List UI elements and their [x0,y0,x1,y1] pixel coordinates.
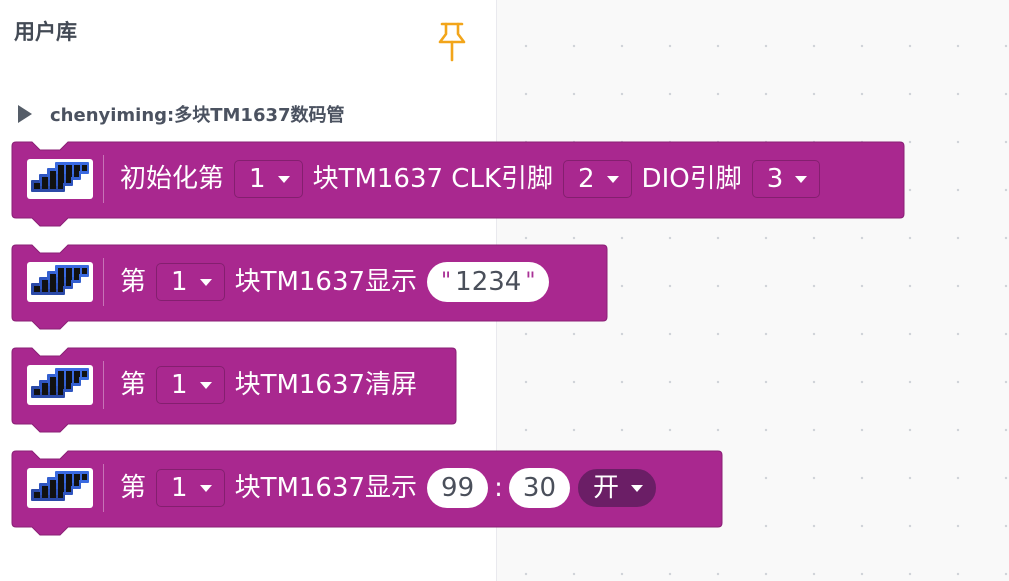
block-text: 第 [120,370,147,400]
block-text: 第 [120,473,147,503]
block-text: 第 [120,267,147,297]
tm1637-display-icon [24,361,104,409]
display-index-dropdown[interactable]: 1 [234,160,303,198]
block-content: 初始化第 1 块TM1637 CLK引脚 2 DIO引脚 3 [12,154,824,204]
block-text: 块TM1637 CLK引脚 [312,164,553,194]
display-index-dropdown[interactable]: 1 [156,469,225,507]
dropdown-caret-icon [199,484,212,492]
block-text: 初始化第 [120,164,225,194]
quote-close: " [525,269,536,294]
clear-block[interactable]: 第 1 块TM1637清屏 [11,347,457,433]
dropdown-value: 1 [249,164,266,194]
display-index-dropdown[interactable]: 1 [156,263,225,301]
flyout-title: 用户库 [14,20,77,44]
init-block[interactable]: 初始化第 1 块TM1637 CLK引脚 2 DIO引脚 3 [11,141,905,227]
dropdown-value: 1 [171,370,188,400]
number-input-right[interactable]: 30 [508,468,570,508]
category-label: chenyiming:多块TM1637数码管 [50,105,345,126]
block-text: 块TM1637显示 [234,473,418,503]
dropdown-caret-icon [631,484,644,492]
tm1637-display-icon [24,258,104,306]
string-value: 1234 [455,267,522,297]
category-header[interactable]: chenyiming:多块TM1637数码管 [18,98,345,130]
dropdown-value: 1 [171,267,188,297]
clk-pin-dropdown[interactable]: 2 [563,160,632,198]
dropdown-caret-icon [606,175,619,183]
block-text: DIO引脚 [641,164,742,194]
number-input-left[interactable]: 99 [427,468,489,508]
string-input[interactable]: " 1234 " [427,262,550,302]
colon-separator: : [494,473,503,503]
block-content: 第 1 块TM1637显示 99 : 30 开 [12,463,660,513]
dropdown-caret-icon [277,175,290,183]
pin-icon[interactable] [436,20,468,66]
block-content: 第 1 块TM1637显示 " 1234 " [12,257,553,307]
block-content: 第 1 块TM1637清屏 [12,360,423,410]
block-text: 块TM1637显示 [234,267,418,297]
block-text: 块TM1637清屏 [234,370,418,400]
dropdown-value: 3 [766,164,784,194]
tm1637-display-icon [24,155,104,203]
show-string-block[interactable]: 第 1 块TM1637显示 " 1234 " [11,244,608,330]
tm1637-display-icon [24,464,104,512]
dropdown-value: 1 [171,473,188,503]
flyout-panel: 用户库 chenyiming:多块TM1637数码管 初始化第 1 块TM163… [0,0,905,581]
dropdown-value: 2 [578,164,595,194]
display-index-dropdown[interactable]: 1 [156,366,225,404]
dropdown-caret-icon [199,278,212,286]
dropdown-value: 开 [593,473,620,503]
quote-open: " [441,269,452,294]
dio-pin-dropdown[interactable]: 3 [751,160,821,198]
expand-arrow-icon[interactable] [18,105,32,123]
number-value: 99 [441,473,475,503]
show-time-block[interactable]: 第 1 块TM1637显示 99 : 30 开 [11,450,723,536]
colon-toggle-dropdown[interactable]: 开 [578,469,657,507]
dropdown-caret-icon [199,381,212,389]
dropdown-caret-icon [795,175,808,183]
number-value: 30 [522,473,556,503]
